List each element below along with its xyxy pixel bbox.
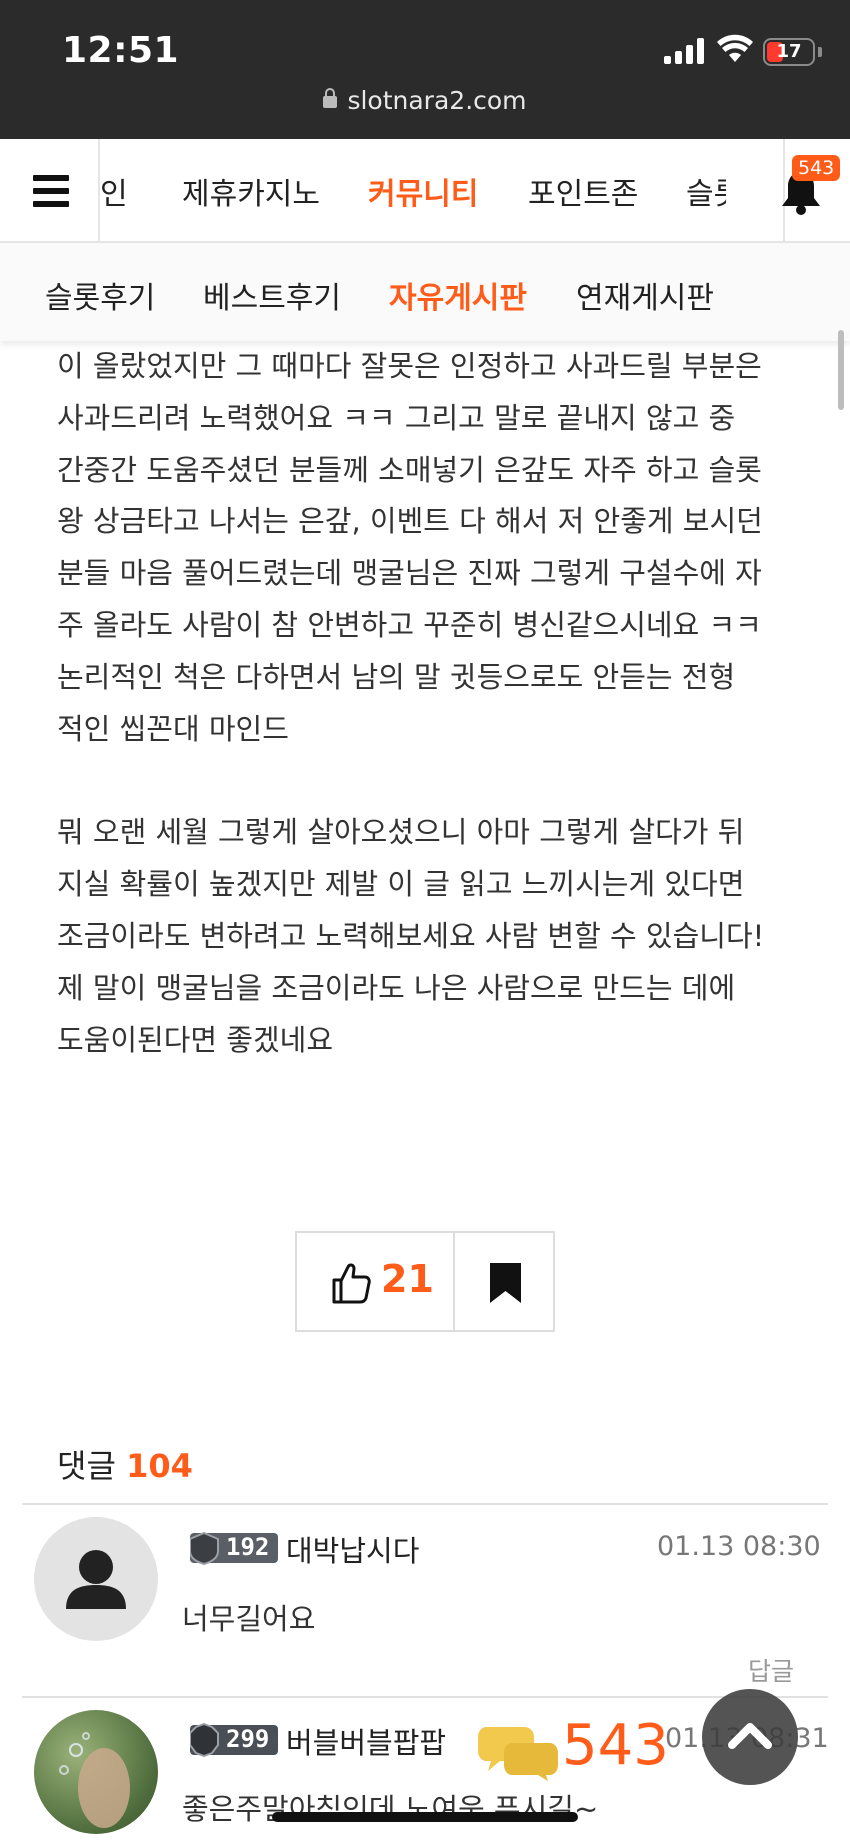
comments-label: 댓글	[57, 1447, 116, 1485]
signal-icon	[664, 38, 706, 64]
post-line: 제 말이 맹굴님을 조금이라도 나은 사람으로 만드는 데에	[57, 970, 736, 1005]
chat-bubbles-icon[interactable]	[478, 1721, 558, 1781]
status-bar: 12:51 17 slotnara2.com	[0, 0, 850, 139]
wifi-icon	[717, 34, 753, 62]
post-line: 왕 상금타고 나서는 은갚, 이벤트 다 해서 저 안좋게 보시던	[57, 504, 763, 539]
post-line: 지실 확률이 높겠지만 제발 이 글 읽고 느끼시는게 있다면	[57, 867, 745, 902]
main-nav: 인 제휴카지노 커뮤니티 포인트존 슬롯	[0, 139, 850, 243]
nav-tabs: 인 제휴카지노 커뮤니티 포인트존 슬롯	[100, 139, 726, 243]
home-indicator	[272, 1812, 578, 1822]
post-line: 뭐 오랜 세월 그렇게 살아오셨으니 아마 그렇게 살다가 뒤	[57, 815, 745, 850]
post-line: 논리적인 척은 다하면서 남의 말 귓등으로도 안듣는 전형	[57, 659, 736, 694]
subnav-item-free-board[interactable]: 자유게시판	[389, 273, 527, 317]
nav-item-partial[interactable]: 인	[100, 169, 128, 213]
post-line: 사과드리려 노력했어요 ㅋㅋ 그리고 말로 끝내지 않고 중	[57, 400, 736, 435]
chat-count[interactable]: 543	[562, 1713, 669, 1778]
post-actions: 21	[295, 1231, 555, 1332]
nav-item-community[interactable]: 커뮤니티	[368, 169, 478, 213]
battery-icon: 17	[763, 38, 815, 66]
lock-icon	[323, 88, 338, 108]
nav-item-point-zone[interactable]: 포인트존	[528, 169, 638, 213]
chevron-up-icon	[728, 1723, 772, 1749]
user-icon	[66, 1550, 126, 1609]
comments-count: 104	[126, 1447, 193, 1485]
post-body: 이 올랐었지만 그 때마다 잘못은 인정하고 사과드릴 부분은 사과드리려 노력…	[57, 341, 797, 1066]
subnav-item-serial-board[interactable]: 연재게시판	[576, 273, 714, 317]
post-line: 분들 마음 풀어드렸는데 맹굴님은 진짜 그렇게 구설수에 자	[57, 556, 762, 591]
level-number: 299	[226, 1725, 270, 1753]
post-line: 주 올라도 사람이 참 안변하고 꾸준히 병신같으시네요 ㅋㅋ	[57, 607, 762, 642]
thumbs-up-icon	[332, 1263, 371, 1304]
like-button[interactable]: 21	[297, 1233, 455, 1330]
scroll-to-top-button[interactable]	[702, 1689, 798, 1785]
comment-author[interactable]: 대박납시다	[286, 1528, 419, 1570]
hamburger-menu-button[interactable]	[0, 139, 100, 243]
post-line: 도움이된다면 좋겠네요	[57, 1022, 334, 1057]
photo-avatar-icon	[59, 1732, 130, 1828]
subnav-item-slot-review[interactable]: 슬롯후기	[45, 273, 155, 317]
nav-item-partner-casino[interactable]: 제휴카지노	[182, 169, 320, 213]
level-number: 192	[226, 1533, 270, 1561]
post-line: 조금이라도 변하려고 노력해보세요 사람 변할 수 있습니다!	[57, 918, 765, 953]
url-text: slotnara2.com	[347, 86, 527, 115]
post-line: 이 올랐었지만 그 때마다 잘못은 인정하고 사과드릴 부분은	[57, 349, 762, 383]
comment-date: 01.13 08:30	[657, 1531, 821, 1562]
nav-item-slot[interactable]: 슬롯	[686, 169, 726, 213]
post-paragraph-2: 뭐 오랜 세월 그렇게 살아오셨으니 아마 그렇게 살다가 뒤 지실 확률이 높…	[57, 807, 797, 1066]
page-scrollbar[interactable]	[838, 330, 844, 410]
battery-level: 17	[776, 41, 802, 62]
reply-button[interactable]: 답글	[748, 1652, 794, 1688]
avatar[interactable]	[34, 1517, 158, 1641]
avatar[interactable]	[34, 1710, 158, 1834]
url-bar[interactable]: slotnara2.com	[0, 86, 850, 115]
subnav-item-best-review[interactable]: 베스트후기	[203, 273, 341, 317]
post-line: 간중간 도움주셨던 분들께 소매넣기 은갚도 자주 하고 슬롯	[57, 452, 762, 487]
like-count: 21	[381, 1257, 434, 1301]
post-line: 적인 씹꼰대 마인드	[57, 711, 289, 746]
bookmark-button[interactable]	[455, 1233, 553, 1330]
comment-text: 너무길어요	[182, 1602, 316, 1636]
divider	[22, 1503, 828, 1505]
comment-author[interactable]: 버블버블팝팝	[286, 1720, 446, 1762]
bookmark-icon	[490, 1263, 521, 1303]
sub-nav: 슬롯후기 베스트후기 자유게시판 연재게시판	[0, 243, 850, 341]
status-time: 12:51	[62, 30, 180, 71]
notification-badge: 543	[792, 155, 841, 181]
comments-header: 댓글 104	[57, 1441, 193, 1487]
post-paragraph-1: 이 올랐었지만 그 때마다 잘못은 인정하고 사과드릴 부분은 사과드리려 노력…	[57, 341, 797, 755]
